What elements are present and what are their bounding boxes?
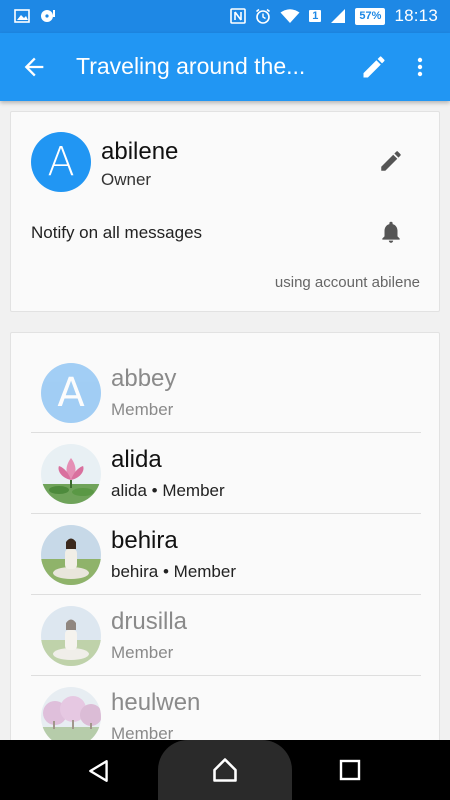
status-time: 18:13 xyxy=(394,6,438,25)
member-name: heulwen xyxy=(111,689,201,716)
avatar xyxy=(41,687,101,747)
conversation-title: Traveling around the... xyxy=(76,53,306,79)
arrow-back-icon[interactable] xyxy=(20,53,48,81)
member-name: behira xyxy=(111,527,178,554)
notify-setting-label[interactable]: Notify on all messages xyxy=(31,223,202,243)
owner-name: abilene xyxy=(101,138,179,165)
more-vert-icon[interactable] xyxy=(408,53,432,81)
member-name: alida xyxy=(111,446,162,473)
battery-icon: 57% xyxy=(355,7,386,25)
avatar xyxy=(41,444,101,504)
status-bar: 1 57% 18:13 xyxy=(0,0,450,33)
image-icon xyxy=(14,9,30,23)
pencil-icon[interactable] xyxy=(378,148,404,174)
avatar xyxy=(41,606,101,666)
wifi-icon xyxy=(280,9,300,23)
media-icon xyxy=(41,10,55,22)
avatar: A xyxy=(31,132,91,192)
bell-icon[interactable] xyxy=(378,218,404,246)
pencil-icon[interactable] xyxy=(360,53,388,81)
conference-details-card: A abilene Owner Notify on all messages u… xyxy=(10,111,440,312)
sim-indicator: 1 xyxy=(309,10,322,22)
participants-card: Aabbey Member alida alida • Member behira beh… xyxy=(10,332,440,752)
avatar: A xyxy=(41,363,101,423)
member-role: Member xyxy=(111,643,174,662)
navigation-bar xyxy=(0,740,450,800)
member-role: Member xyxy=(111,400,174,419)
nfc-icon xyxy=(230,8,247,24)
member-role: alida • Member xyxy=(111,481,225,500)
app-bar: Traveling around the... xyxy=(0,33,450,101)
account-note: using account abilene xyxy=(274,274,420,291)
battery-percent: 57% xyxy=(359,10,382,22)
member-role: behira • Member xyxy=(111,562,237,581)
list-item[interactable]: alida alida • Member xyxy=(31,434,421,514)
list-item[interactable]: Aabbey Member xyxy=(31,353,421,433)
avatar xyxy=(41,525,101,585)
nav-recent-apps-icon[interactable] xyxy=(338,758,362,782)
nav-back-icon[interactable] xyxy=(86,758,112,784)
nav-home-icon[interactable] xyxy=(211,756,239,784)
list-item[interactable]: drusilla Member xyxy=(31,596,421,676)
member-name: drusilla xyxy=(111,608,188,635)
member-name: abbey xyxy=(111,365,177,392)
alarm-icon xyxy=(256,8,271,24)
list-item[interactable]: behira behira • Member xyxy=(31,515,421,595)
owner-role: Owner xyxy=(101,170,152,189)
signal-icon xyxy=(331,9,346,23)
